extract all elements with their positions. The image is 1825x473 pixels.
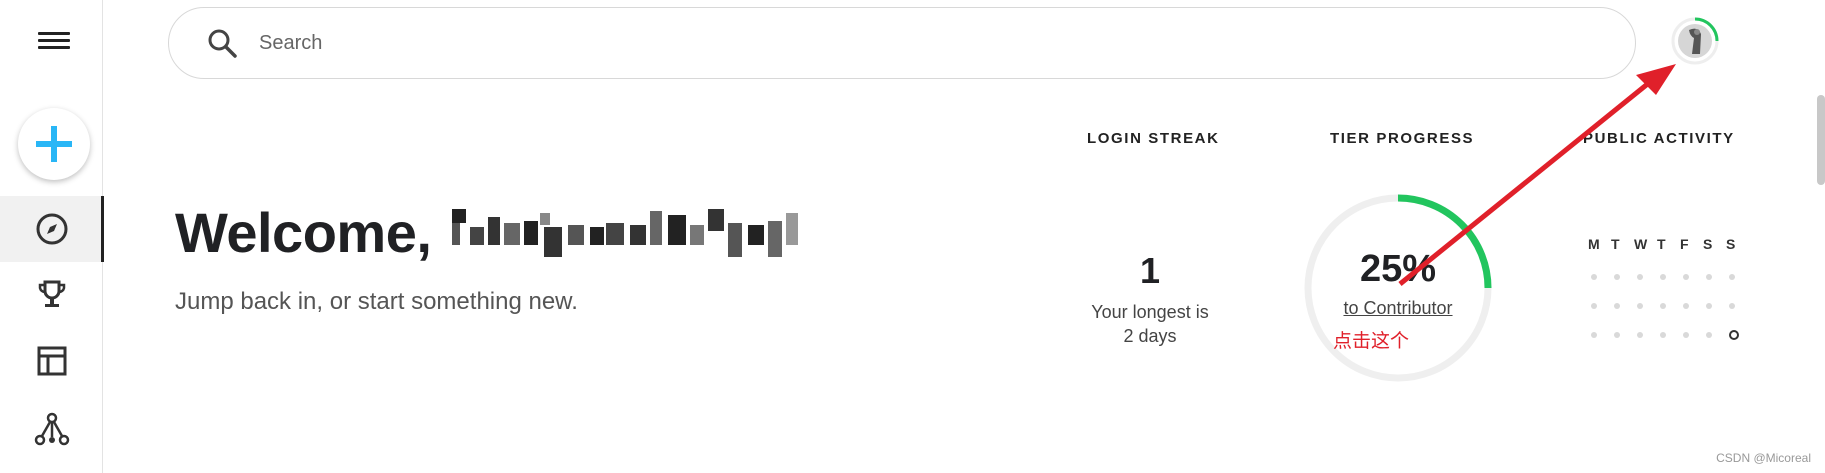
search-icon [208,29,237,58]
login-streak-value: 1 [1139,250,1161,291]
welcome-heading: Welcome, [175,201,432,264]
avatar-progress-ring [1671,17,1719,65]
weekday-label: F [1680,236,1690,252]
hamburger-menu-icon[interactable] [38,28,70,58]
weekday-label: S [1726,236,1736,252]
user-avatar[interactable] [1670,16,1720,66]
watermark: CSDN @Micoreal [1716,451,1811,465]
weekday-label: S [1703,236,1713,252]
weekday-label: M [1588,236,1601,252]
layout-icon [37,346,66,376]
weekday-label: T [1611,236,1621,252]
sidebar [0,0,104,473]
login-streak-longest-line2: 2 days [1123,326,1177,346]
sidebar-item-achievements[interactable] [0,262,103,328]
activity-weekday-header: MTWTFSS [1588,236,1749,252]
sidebar-item-explore[interactable] [0,196,104,262]
search-bar[interactable] [168,7,1636,79]
network-icon [34,412,69,446]
weekday-label: W [1634,236,1648,252]
annotation-label: 点击这个 [1333,330,1410,352]
welcome-subtitle: Jump back in, or start something new. [175,288,578,315]
tier-progress-percent: 25% [1359,248,1437,290]
weekday-label: T [1657,236,1667,252]
activity-calendar [1591,272,1756,361]
tier-progress-title: TIER PROGRESS [1330,130,1475,147]
create-button[interactable] [18,108,90,180]
activity-today-marker [1729,330,1739,340]
tier-progress-link[interactable]: to Contributor [1300,298,1496,319]
page-scrollbar[interactable] [1817,95,1825,185]
redacted-username [452,209,798,257]
login-streak-title: LOGIN STREAK [1087,130,1220,147]
search-input[interactable] [259,31,1459,55]
sidebar-item-dashboard[interactable] [0,328,103,394]
login-streak-longest: Your longest is 2 days [1075,300,1225,348]
compass-icon [36,213,67,245]
sidebar-item-network[interactable] [0,396,103,462]
plus-icon [36,126,72,162]
public-activity-title: PUBLIC ACTIVITY [1583,130,1735,147]
trophy-icon [38,280,65,307]
login-streak-longest-line1: Your longest is [1091,302,1209,322]
